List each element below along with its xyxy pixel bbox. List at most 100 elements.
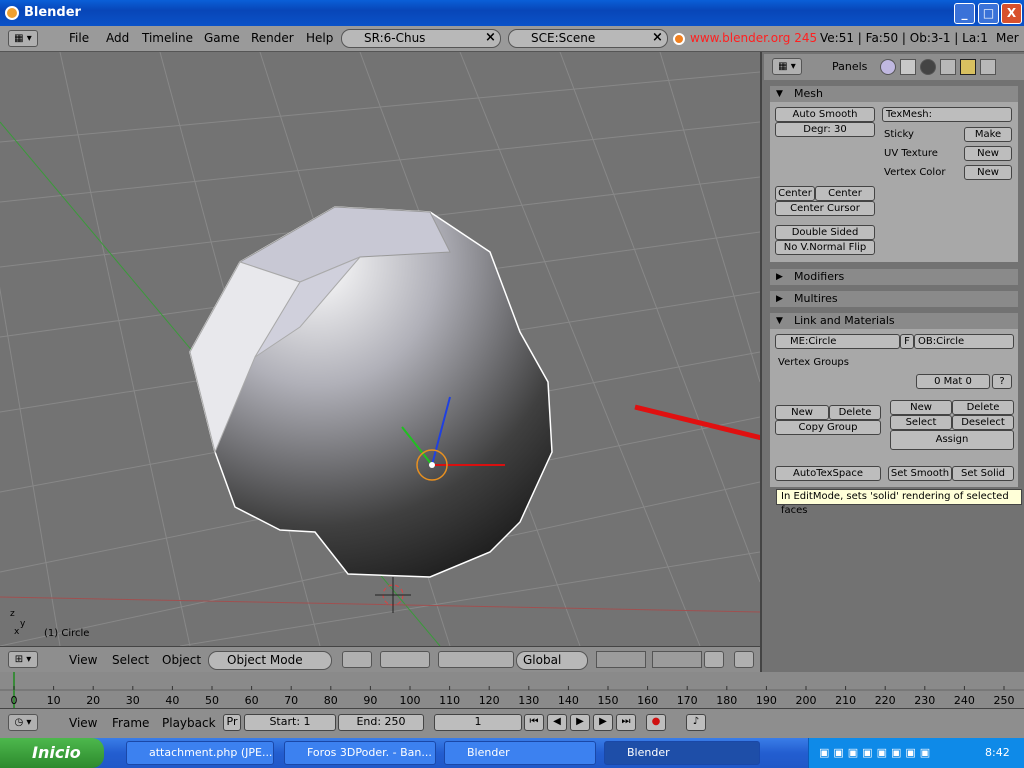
layers-grid-2[interactable] [652, 651, 702, 668]
menu-timeline[interactable]: Timeline [142, 31, 193, 45]
degr-slider[interactable]: Degr: 30 [775, 122, 875, 137]
no-vnormal-flip-button[interactable]: No V.Normal Flip [775, 240, 875, 255]
menu-object[interactable]: Object [162, 653, 201, 667]
sticky-make-button[interactable]: Make [964, 127, 1012, 142]
mesh-datablock-field[interactable]: ME:Circle [775, 334, 900, 349]
menu-playback[interactable]: Playback [162, 716, 216, 730]
uv-texture-new-button[interactable]: New [964, 146, 1012, 161]
task-attachment[interactable]: attachment.php (JPE... [126, 741, 274, 765]
audio-icon[interactable]: ♪ [686, 714, 706, 731]
scene-field[interactable]: SCE:Scene × [508, 29, 668, 48]
logic-icon[interactable] [880, 59, 896, 75]
task-blender-1[interactable]: Blender [444, 741, 596, 765]
expand-icon[interactable]: ▶ [776, 291, 783, 307]
blender-logo-icon [5, 6, 19, 20]
viewport-canvas[interactable]: z x y (1) Circle [0, 52, 760, 646]
window-type-icon[interactable]: ▦ ▾ [772, 58, 802, 75]
3d-viewport[interactable]: z x y (1) Circle [0, 52, 760, 646]
lock-icon[interactable] [704, 651, 724, 668]
minimize-button[interactable]: _ [954, 3, 975, 24]
axis-z-label: z [10, 609, 15, 619]
collapse-icon[interactable]: ▼ [776, 86, 783, 102]
window-type-icon[interactable]: ▦ ▾ [8, 30, 38, 47]
script-icon[interactable] [900, 59, 916, 75]
maximize-button[interactable]: □ [978, 3, 999, 24]
preview-range-button[interactable]: Pr [223, 714, 241, 731]
menu-select[interactable]: Select [112, 653, 149, 667]
expand-icon[interactable]: ▶ [776, 269, 783, 285]
copy-group-button[interactable]: Copy Group [775, 420, 881, 435]
fake-user-button[interactable]: F [900, 334, 914, 349]
start-button[interactable]: Inicio [0, 738, 104, 768]
task-foros[interactable]: Foros 3DPoder. - Ban... [284, 741, 436, 765]
vgroup-delete-button[interactable]: Delete [829, 405, 881, 420]
draw-type-icon[interactable] [342, 651, 372, 668]
menu-help[interactable]: Help [306, 31, 333, 45]
set-solid-button[interactable]: Set Solid [952, 466, 1014, 481]
material-delete-button[interactable]: Delete [952, 400, 1014, 415]
close-button[interactable]: X [1001, 3, 1022, 24]
panels-label: Panels [832, 60, 868, 73]
screen-field[interactable]: SR:6-Chus × [341, 29, 501, 48]
window-type-icon[interactable]: ⊞ ▾ [8, 651, 38, 668]
mode-select[interactable]: Object Mode [208, 651, 332, 670]
scene-close-icon[interactable]: × [650, 31, 665, 46]
material-new-button[interactable]: New [890, 400, 952, 415]
vertex-color-new-button[interactable]: New [964, 165, 1012, 180]
jump-end-icon[interactable]: ⏭ [616, 714, 636, 731]
screen-field-value: SR:6-Chus [364, 31, 426, 45]
mesh-panel-title[interactable]: ▼ Mesh [770, 86, 1018, 102]
editing-icon[interactable] [960, 59, 976, 75]
menu-add[interactable]: Add [106, 31, 129, 45]
manipulator-icons[interactable] [438, 651, 514, 668]
task-blender-2[interactable]: Blender [604, 741, 760, 765]
render-icon[interactable] [734, 651, 754, 668]
jump-start-icon[interactable]: ⏮ [524, 714, 544, 731]
orientation-select[interactable]: Global [516, 651, 588, 670]
center-cursor-button[interactable]: Center Cursor [775, 201, 875, 216]
layers-grid-1[interactable] [596, 651, 646, 668]
menu-frame[interactable]: Frame [112, 716, 149, 730]
autotexspace-button[interactable]: AutoTexSpace [775, 466, 881, 481]
set-smooth-button[interactable]: Set Smooth [888, 466, 952, 481]
timeline-window[interactable]: 0 10 20 30 40 50 60 70 80 90 100 110 120 130 140 150 160… [0, 672, 1024, 708]
clock: 8:42 [985, 746, 1010, 759]
collapse-icon[interactable]: ▼ [776, 313, 783, 329]
material-help-button[interactable]: ? [992, 374, 1012, 389]
material-select-button[interactable]: Select [890, 415, 952, 430]
pivot-icon[interactable] [380, 651, 430, 668]
center-new-button[interactable]: Center New [815, 186, 875, 212]
tray-icons[interactable]: ▣▣▣▣▣▣▣▣ [819, 746, 949, 760]
timeline-ruler[interactable]: 0 10 20 30 40 50 60 70 80 90 100 110 120 130 140 150 160… [0, 672, 1024, 708]
prev-key-icon[interactable]: ◀ [547, 714, 567, 731]
center-button[interactable]: Center [775, 186, 815, 201]
multires-panel-title[interactable]: ▶ Multires [770, 291, 1018, 307]
screen-close-icon[interactable]: × [483, 31, 498, 46]
menu-file[interactable]: File [69, 31, 89, 45]
clock-icon[interactable]: ◷ ▾ [8, 714, 38, 731]
end-frame-field[interactable]: End: 250 [338, 714, 424, 731]
material-deselect-button[interactable]: Deselect [952, 415, 1014, 430]
menu-render[interactable]: Render [251, 31, 294, 45]
double-sided-button[interactable]: Double Sided [775, 225, 875, 240]
vgroup-new-button[interactable]: New [775, 405, 829, 420]
timeline-tick-label: 220 [875, 694, 896, 707]
start-frame-field[interactable]: Start: 1 [244, 714, 336, 731]
current-frame-field[interactable]: 1 [434, 714, 522, 731]
object-icon[interactable] [940, 59, 956, 75]
texmesh-field[interactable]: TexMesh: [882, 107, 1012, 122]
link-materials-panel-title[interactable]: ▼ Link and Materials [770, 313, 1018, 329]
menu-view[interactable]: View [69, 716, 97, 730]
record-icon[interactable]: ● [646, 714, 666, 731]
scene-icon[interactable] [980, 59, 996, 75]
shading-icon[interactable] [920, 59, 936, 75]
next-key-icon[interactable]: ▶ [593, 714, 613, 731]
menu-game[interactable]: Game [204, 31, 240, 45]
material-index-field[interactable]: 0 Mat 0 [916, 374, 990, 389]
menu-view[interactable]: View [69, 653, 97, 667]
material-assign-button[interactable]: Assign [890, 430, 1014, 450]
modifiers-panel-title[interactable]: ▶ Modifiers [770, 269, 1018, 285]
auto-smooth-button[interactable]: Auto Smooth [775, 107, 875, 122]
play-icon[interactable]: ▶ [570, 714, 590, 731]
object-name-field[interactable]: OB:Circle [914, 334, 1014, 349]
